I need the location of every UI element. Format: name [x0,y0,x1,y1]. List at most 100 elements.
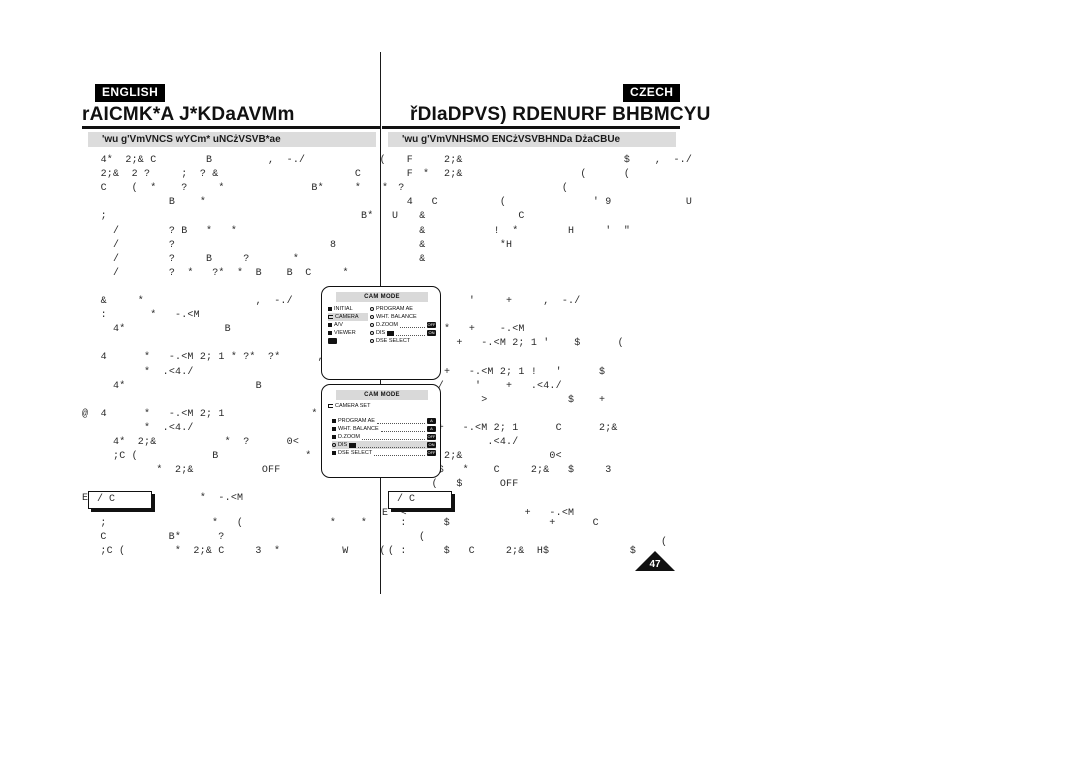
square-bullet-icon [328,307,332,311]
lcd-value-badge: ON [427,330,436,336]
lcd-value-badge: A [427,426,436,432]
body-text-line: : * -.<M [82,310,200,322]
corner-mark-glyph: ( [661,537,668,548]
body-text-line: C ( * ? * B* * ? [82,183,405,195]
dis-stabilizer-icon [387,330,395,336]
leader-dots [400,322,425,328]
note-text-line: : $ + C [388,518,599,529]
mode-badge-icon [328,338,337,344]
body-text-line: * 2;& OFF [82,465,281,477]
radio-bullet-icon [370,339,374,343]
radio-bullet-icon [332,443,336,447]
body-text-line: * .<4./ [82,422,194,434]
lcd-right-menu-column: PROGRAM AE WHT. BALANCE D.ZOOM OFF DIS ON DSE … [370,305,436,345]
note-box-label-czech: / C [388,491,452,509]
square-bullet-icon [328,331,332,335]
page-number-text: 47 [649,559,661,570]
square-bullet-icon [332,435,336,439]
square-bullet-icon [332,419,336,423]
lcd-value-badge: ON [427,442,436,448]
lcd-value-badge: OFF [427,434,436,440]
note-text-line: ; * ( * * [88,518,368,529]
dis-stabilizer-icon [349,442,357,448]
square-bullet-icon [332,427,336,431]
lcd-menu-item-label: VIEWER [334,329,356,336]
folder-icon [328,404,333,408]
lcd-title-bar: CAM MODE [336,390,428,400]
lcd-setting-item[interactable]: WHT. BALANCE A [332,425,436,433]
lcd-setting-item[interactable]: PROGRAM AE A [332,417,436,425]
note-box-label-english: / C [88,491,152,509]
body-text-line: E < + -.<M [382,507,575,519]
body-text-line: 4 * -.<M 2; 1 * ?* ?* , -./ [82,352,355,364]
body-text-line: 4* B [82,380,262,392]
square-bullet-icon [328,323,332,327]
lcd-setting-item[interactable]: DSE SELECT OFF [332,449,436,457]
chapter-title-english: rAICMK*A J*KDaAVMm [82,104,295,125]
body-text-line: ;C ( B * 2;& C [82,451,355,463]
body-text-line: & *H [382,239,513,251]
leader-dots [362,434,425,440]
radio-bullet-icon [370,331,374,335]
body-text-line: & ! * H ' " [382,225,631,237]
lcd-value-badge: OFF [427,450,436,456]
body-text-line: 4* B [82,324,231,336]
lcd-title-bar: CAM MODE [336,292,428,302]
body-text-line: & [382,253,426,265]
square-bullet-icon [332,451,336,455]
body-text-line: @ 4 * -.<M 2; 1 * 2;& [82,408,355,420]
lcd-setting-label: D.ZOOM [338,434,360,440]
body-text-line: 2;& 2 ? ; ? & C * [82,169,430,181]
lcd-setting-label: DSE SELECT [376,337,411,344]
body-text-line: * .<4./ [82,366,194,378]
body-text-line: / ? B * * [82,225,238,237]
section-heading-czech: 'wu g'VmVNHSMO ENCżVSVBHNDa DżaCBUe [388,132,676,147]
title-rule-english [82,126,380,129]
note-text-line: C B* ? [88,532,225,543]
lcd-setting-label: PROGRAM AE [338,418,375,424]
body-text-line: 4* 2;& * ? 0< [82,437,300,448]
body-text-line: / ? 8 [82,239,337,251]
lcd-setting-list: PROGRAM AE A WHT. BALANCE A D.ZOOM OFF DIS ON DS… [332,417,436,457]
body-text-line: 4 C ( ' 9 U [382,197,693,209]
note-text-line: ;C ( * 2;& C 3 * W ( [88,546,386,557]
folder-icon [328,315,333,319]
lcd-menu-item[interactable]: VIEWER [328,329,368,337]
manual-page: ENGLISH CZECH rAICMK*A J*KDaAVMm řDIaDPV… [0,0,1080,763]
leader-dots [358,442,425,448]
language-tag-czech: CZECH [623,84,681,102]
lcd-submenu-header: CAMERA SET [328,403,370,409]
body-text-line: ; B* U [82,211,399,223]
body-text-line: B * [82,197,207,209]
lcd-setting-label: DSE SELECT [338,450,373,456]
body-text-line: 4* 2;& C B , -./ ( [82,155,386,166]
note-text-line: ( : $ C 2;& H$ $ [388,546,637,557]
lcd-setting-item[interactable]: D.ZOOM OFF [332,433,436,441]
lcd-setting-item[interactable]: DSE SELECT [370,337,436,345]
chapter-title-czech: řDIaDPVS) RDENURF BHBMCYU [410,104,711,125]
body-text-line: & * , -./ [82,296,293,307]
lcd-setting-item[interactable]: DIS ON [332,441,436,449]
body-text-line: F 2;& $ , -./ [382,155,693,166]
body-text-line: ( $ OFF [382,479,519,491]
radio-bullet-icon [370,307,374,311]
lcd-value-badge: A [427,418,436,424]
lcd-screenshot-camera-set: CAM MODE CAMERA SET PROGRAM AE A WHT. BALA… [321,384,441,478]
leader-dots [374,450,425,456]
leader-dots [376,418,425,424]
leader-dots [380,426,425,432]
note-text-line: ( [388,532,426,543]
lcd-value-badge: OFF [427,322,436,328]
lcd-menu-item[interactable] [328,337,368,345]
body-text-line: * ( [382,183,569,195]
body-text-line: / ? B ? * [82,253,300,265]
section-heading-english: 'wu g'VmVNCS wYCm* uNCżVSVB*ae [88,132,376,147]
title-rule-czech [382,126,680,129]
lcd-screenshot-cam-mode-main: CAM MODE INITIAL CAMERA A/V VIEWER PROGRAM … [321,286,441,380]
body-text-line: F 2;& ( ( [382,169,631,181]
leader-dots [396,330,425,336]
lcd-setting-label: WHT. BALANCE [338,426,379,432]
lcd-setting-label: DIS [338,442,348,448]
lcd-submenu-label: CAMERA SET [335,403,371,409]
radio-bullet-icon [370,323,374,327]
